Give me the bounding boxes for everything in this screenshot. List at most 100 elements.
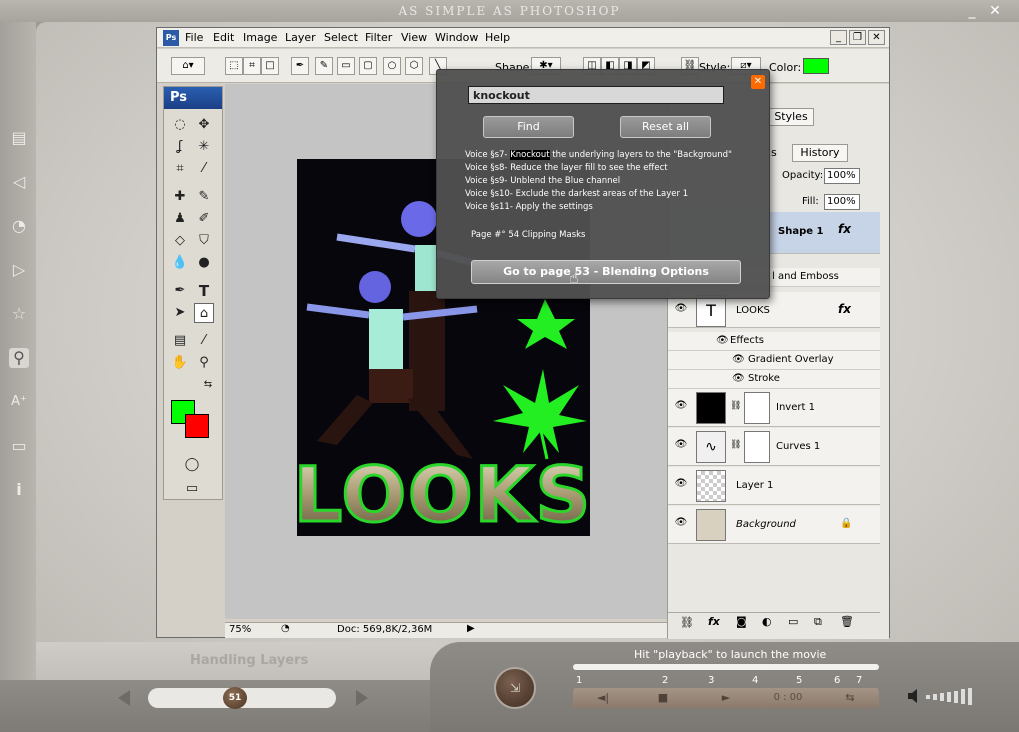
- move-tool-icon[interactable]: ✥: [194, 115, 214, 135]
- back-icon[interactable]: ◁: [9, 172, 29, 192]
- marquee-tool-icon[interactable]: ◌: [170, 115, 190, 135]
- ps-restore-button[interactable]: ❐: [849, 30, 866, 45]
- ps-minimize-button[interactable]: _: [830, 30, 847, 45]
- folder-icon[interactable]: ▭: [788, 615, 798, 628]
- reset-button[interactable]: Reset all: [620, 116, 711, 138]
- layer-row[interactable]: 👁 Layer 1: [668, 467, 880, 505]
- star-icon[interactable]: ☆: [9, 304, 29, 324]
- slice-tool-icon[interactable]: ⁄: [194, 159, 214, 179]
- tool-preset-picker[interactable]: ⌂▾: [171, 57, 205, 75]
- effect-line[interactable]: 👁 Effects: [668, 332, 880, 351]
- search-result[interactable]: Voice §s9- Unblend the Blue channel: [465, 176, 620, 186]
- find-button[interactable]: Find: [483, 116, 574, 138]
- rewind-button[interactable]: ◄|: [583, 688, 623, 708]
- play-icon[interactable]: ▷: [9, 260, 29, 280]
- magic-wand-icon[interactable]: ✳: [194, 137, 214, 157]
- paint-bucket-icon[interactable]: ⛉: [194, 231, 214, 251]
- timeline-bar[interactable]: [573, 664, 879, 670]
- pen-tool-button[interactable]: ✒: [291, 57, 309, 75]
- screen-mode-icon[interactable]: ▭: [182, 479, 202, 499]
- print-icon[interactable]: ▭: [9, 436, 29, 456]
- lasso-tool-icon[interactable]: ʆ: [170, 137, 190, 157]
- crop-tool-icon[interactable]: ⌗: [170, 159, 190, 179]
- status-arrow-icon[interactable]: ▶: [467, 623, 475, 634]
- page-knob[interactable]: 51: [223, 687, 247, 709]
- notes-tool-icon[interactable]: ▤: [170, 331, 190, 351]
- menu-filter[interactable]: Filter: [365, 31, 392, 44]
- status-menu-icon[interactable]: ◔: [281, 623, 290, 634]
- ellipse-button[interactable]: ○: [383, 57, 401, 75]
- close-button[interactable]: ✕: [986, 2, 1004, 20]
- menu-edit[interactable]: Edit: [213, 31, 234, 44]
- menu-window[interactable]: Window: [435, 31, 478, 44]
- stop-button[interactable]: ■: [643, 688, 683, 708]
- search-result[interactable]: Voice §s8- Reduce the layer fill to see …: [465, 163, 668, 173]
- paths-button[interactable]: ⌗: [243, 57, 261, 75]
- eye-icon[interactable]: 👁: [716, 335, 729, 346]
- search-result[interactable]: Voice §s7- Knockout the underlying layer…: [465, 150, 732, 160]
- text-size-icon[interactable]: A⁺: [9, 392, 29, 412]
- eye-icon[interactable]: 👁: [674, 439, 688, 453]
- fx-icon[interactable]: fx: [708, 615, 720, 628]
- ps-close-button[interactable]: ✕: [868, 30, 885, 45]
- info-icon[interactable]: i: [9, 480, 29, 500]
- link-icon[interactable]: ⛓: [680, 616, 694, 629]
- prev-page-icon[interactable]: [118, 690, 130, 706]
- opacity-field[interactable]: 100%: [824, 168, 860, 184]
- eyedropper-icon[interactable]: ⁄: [194, 331, 214, 351]
- eye-icon[interactable]: 👁: [674, 517, 688, 531]
- eye-icon[interactable]: 👁: [674, 478, 688, 492]
- mask-icon[interactable]: ◙: [736, 615, 747, 628]
- new-layer-icon[interactable]: ⧉: [814, 615, 822, 629]
- healing-brush-icon[interactable]: ✚: [170, 187, 190, 207]
- menu-file[interactable]: File: [185, 31, 203, 44]
- tab-styles[interactable]: Styles: [768, 108, 814, 126]
- layer-mask[interactable]: [744, 431, 770, 463]
- layer-mask[interactable]: [744, 392, 770, 424]
- effect-line[interactable]: 👁 Stroke: [668, 370, 880, 389]
- history-brush-icon[interactable]: ✐: [194, 209, 214, 229]
- audio-icon[interactable]: ◔: [9, 216, 29, 236]
- tab-paths[interactable]: ls: [768, 144, 792, 162]
- menu-view[interactable]: View: [401, 31, 427, 44]
- next-page-icon[interactable]: [356, 690, 368, 706]
- rounded-rect-button[interactable]: ▢: [359, 57, 377, 75]
- pen-tool-icon[interactable]: ✒: [170, 281, 190, 301]
- quick-mask-icon[interactable]: ◯: [182, 455, 202, 475]
- exit-icon[interactable]: ⇲: [494, 667, 536, 709]
- fill-field[interactable]: 100%: [824, 194, 860, 210]
- adjustment-icon[interactable]: ◐: [762, 615, 772, 628]
- menu-image[interactable]: Image: [243, 31, 277, 44]
- menu-select[interactable]: Select: [324, 31, 358, 44]
- background-color[interactable]: [185, 414, 209, 438]
- type-tool-icon[interactable]: T: [194, 281, 214, 301]
- layer-row[interactable]: 👁 Background 🔒: [668, 506, 880, 544]
- shape-layers-button[interactable]: ⬚: [225, 57, 243, 75]
- freeform-pen-button[interactable]: ✎: [315, 57, 333, 75]
- eye-icon[interactable]: 👁: [674, 400, 688, 414]
- minimize-button[interactable]: _: [963, 2, 981, 20]
- search-result[interactable]: Voice §s11- Apply the settings: [465, 202, 593, 212]
- polygon-button[interactable]: ⬡: [405, 57, 423, 75]
- tab-history[interactable]: History: [792, 144, 848, 162]
- layer-row[interactable]: 👁 ⛓ Invert 1: [668, 389, 880, 427]
- layer-row[interactable]: 👁 ∿ ⛓ Curves 1: [668, 428, 880, 466]
- list-icon[interactable]: ▤: [9, 128, 29, 148]
- dodge-tool-icon[interactable]: ●: [194, 253, 214, 273]
- eraser-tool-icon[interactable]: ◇: [170, 231, 190, 251]
- custom-shape-tool-icon[interactable]: ⌂: [194, 303, 214, 323]
- brush-tool-icon[interactable]: ✎: [194, 187, 214, 207]
- rectangle-button[interactable]: ▭: [337, 57, 355, 75]
- goto-page-button[interactable]: Go to page 53 - Blending Options: [471, 260, 741, 284]
- search-input[interactable]: [468, 86, 724, 104]
- eye-icon[interactable]: 👁: [732, 373, 745, 384]
- zoom-level[interactable]: 75%: [229, 624, 251, 635]
- blur-tool-icon[interactable]: 💧: [170, 253, 190, 273]
- loop-button[interactable]: ⇆: [830, 688, 870, 708]
- menu-layer[interactable]: Layer: [285, 31, 316, 44]
- fill-pixels-button[interactable]: □: [261, 57, 279, 75]
- eye-icon[interactable]: 👁: [732, 354, 745, 365]
- search-result[interactable]: Voice §s10- Exclude the darkest areas of…: [465, 189, 688, 199]
- search-icon[interactable]: ⚲: [9, 348, 29, 368]
- play-button[interactable]: ►: [706, 688, 746, 708]
